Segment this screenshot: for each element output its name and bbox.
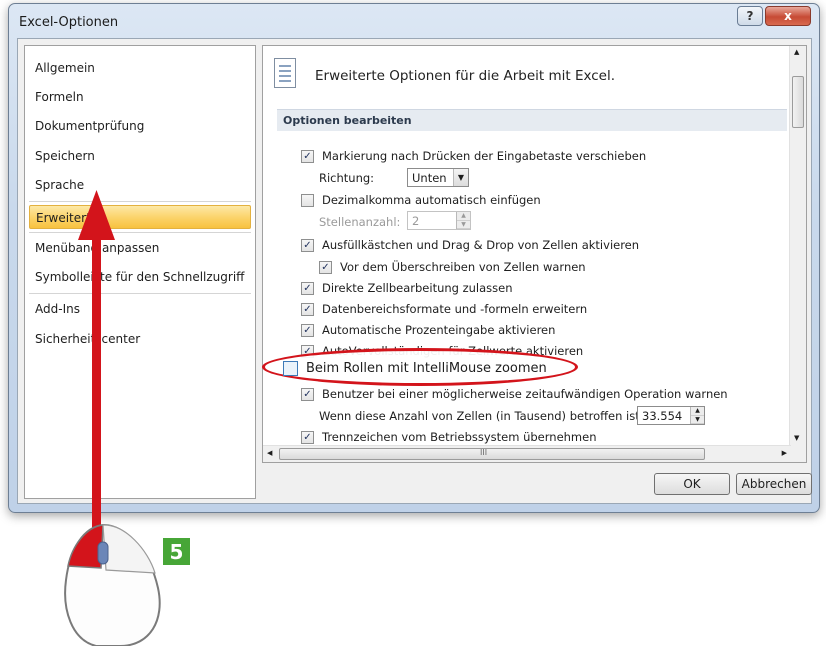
option-dezimalkomma[interactable]: Dezimalkomma automatisch einfügen bbox=[301, 192, 541, 208]
section-header: Optionen bearbeiten bbox=[277, 109, 787, 131]
zellenanzahl-text: Wenn diese Anzahl von Zellen (in Tausend… bbox=[319, 409, 644, 423]
checkbox-checked-icon[interactable]: ✓ bbox=[301, 302, 314, 316]
option-benutzer-warnen[interactable]: ✓ Benutzer bei einer möglicherweise zeit… bbox=[301, 386, 728, 402]
nav-item-symbolleiste[interactable]: Symbolleiste für den Schnellzugriff bbox=[29, 265, 251, 289]
nav-item-add-ins[interactable]: Add-Ins bbox=[29, 297, 251, 321]
nav-item-erweitert[interactable]: Erweitert bbox=[29, 205, 251, 229]
option-ausfuellkaestchen[interactable]: ✓ Ausfüllkästchen und Drag & Drop von Ze… bbox=[301, 237, 639, 253]
option-label: Direkte Zellbearbeitung zulassen bbox=[322, 281, 513, 295]
nav-separator bbox=[29, 293, 251, 294]
checkbox-checked-icon[interactable]: ✓ bbox=[301, 238, 314, 252]
richtung-select[interactable]: Unten ▼ bbox=[407, 168, 469, 187]
checkbox-checked-icon[interactable]: ✓ bbox=[301, 281, 314, 295]
richtung-value: Unten bbox=[412, 170, 447, 185]
vertical-scroll-thumb[interactable] bbox=[792, 76, 804, 128]
stellenanzahl-text: Stellenanzahl: bbox=[319, 215, 401, 229]
scroll-grip: III bbox=[480, 448, 488, 457]
option-label: Vor dem Überschreiben von Zellen warnen bbox=[340, 260, 586, 274]
option-label: Markierung nach Drücken der Eingabetaste… bbox=[322, 149, 647, 163]
option-label: Datenbereichsformate und -formeln erweit… bbox=[322, 302, 588, 316]
nav-item-dokumentpruefung[interactable]: Dokumentprüfung bbox=[29, 114, 251, 138]
horizontal-scrollbar[interactable]: ◀ III ▶ bbox=[263, 445, 791, 462]
option-prozenteingabe[interactable]: ✓ Automatische Prozenteingabe aktivieren bbox=[301, 322, 555, 338]
nav-separator bbox=[29, 201, 251, 202]
mouse-icon bbox=[64, 523, 161, 646]
nav-item-speichern[interactable]: Speichern bbox=[29, 144, 251, 168]
ok-button[interactable]: OK bbox=[654, 473, 730, 495]
option-direkte-zellbearbeitung[interactable]: ✓ Direkte Zellbearbeitung zulassen bbox=[301, 280, 513, 296]
scroll-up-icon[interactable]: ▲ bbox=[794, 48, 799, 56]
checkbox-unchecked-icon[interactable] bbox=[283, 360, 298, 376]
chevron-down-icon[interactable]: ▼ bbox=[453, 169, 468, 186]
horizontal-scroll-thumb[interactable]: III bbox=[279, 448, 705, 460]
richtung-text: Richtung: bbox=[319, 171, 375, 185]
step-number-badge: 5 bbox=[163, 538, 190, 565]
checkbox-checked-icon[interactable]: ✓ bbox=[301, 430, 314, 444]
nav-item-allgemein[interactable]: Allgemein bbox=[29, 56, 251, 80]
option-label: Ausfüllkästchen und Drag & Drop von Zell… bbox=[322, 238, 640, 252]
stellenanzahl-spinner[interactable]: 2 ▲ ▼ bbox=[407, 211, 471, 230]
option-trennzeichen[interactable]: ✓ Trennzeichen vom Betriebssystem überne… bbox=[301, 429, 597, 445]
page-options-icon bbox=[274, 58, 296, 88]
spinner-arrows-icon[interactable]: ▲ ▼ bbox=[690, 407, 704, 424]
vertical-scrollbar[interactable]: ▲ ▼ bbox=[789, 46, 806, 462]
help-button[interactable]: ? bbox=[737, 6, 763, 26]
spinner-arrows-icon[interactable]: ▲ ▼ bbox=[456, 212, 470, 229]
stellenanzahl-label: Stellenanzahl: bbox=[319, 214, 400, 230]
nav-item-sicherheitscenter[interactable]: Sicherheitscenter bbox=[29, 327, 251, 351]
checkbox-checked-icon[interactable]: ✓ bbox=[301, 323, 314, 337]
checkbox-checked-icon[interactable]: ✓ bbox=[301, 149, 314, 163]
panel-heading: Erweiterte Optionen für die Arbeit mit E… bbox=[315, 68, 616, 84]
zellenanzahl-value: 33.554 bbox=[642, 408, 683, 423]
category-nav: Allgemein Formeln Dokumentprüfung Speich… bbox=[24, 45, 256, 499]
option-intellimouse-zoomen[interactable]: Beim Rollen mit IntelliMouse zoomen bbox=[283, 359, 547, 377]
nav-item-sprache[interactable]: Sprache bbox=[29, 173, 251, 197]
checkbox-unchecked-icon[interactable] bbox=[301, 193, 314, 207]
scroll-down-icon[interactable]: ▼ bbox=[794, 434, 799, 442]
dialog-body: Allgemein Formeln Dokumentprüfung Speich… bbox=[17, 38, 812, 504]
checkbox-checked-icon[interactable]: ✓ bbox=[319, 260, 332, 274]
option-datenbereichsformate[interactable]: ✓ Datenbereichsformate und -formeln erwe… bbox=[301, 301, 587, 317]
dialog-title: Excel-Optionen bbox=[19, 15, 119, 30]
option-markierung[interactable]: ✓ Markierung nach Drücken der Eingabetas… bbox=[301, 148, 646, 164]
option-label: Benutzer bei einer möglicherweise zeitau… bbox=[322, 387, 728, 401]
stellenanzahl-value: 2 bbox=[412, 213, 420, 228]
option-ueberschreiben-warnen[interactable]: ✓ Vor dem Überschreiben von Zellen warne… bbox=[319, 259, 586, 275]
scroll-right-icon[interactable]: ▶ bbox=[782, 449, 787, 457]
option-label: Beim Rollen mit IntelliMouse zoomen bbox=[306, 360, 547, 376]
cancel-button[interactable]: Abbrechen bbox=[736, 473, 812, 495]
checkbox-checked-icon[interactable]: ✓ bbox=[301, 387, 314, 401]
zellenanzahl-label: Wenn diese Anzahl von Zellen (in Tausend… bbox=[319, 408, 644, 424]
zellenanzahl-spinner[interactable]: 33.554 ▲ ▼ bbox=[637, 406, 705, 425]
richtung-label: Richtung: bbox=[319, 170, 374, 186]
option-label: Trennzeichen vom Betriebssystem übernehm… bbox=[322, 430, 597, 444]
scroll-left-icon[interactable]: ◀ bbox=[267, 449, 272, 457]
nav-item-menueband-anpassen[interactable]: Menüband anpassen bbox=[29, 236, 251, 260]
option-label: Automatische Prozenteingabe aktivieren bbox=[322, 323, 556, 337]
nav-separator bbox=[29, 232, 251, 233]
option-label: Dezimalkomma automatisch einfügen bbox=[322, 193, 541, 207]
options-panel: Erweiterte Optionen für die Arbeit mit E… bbox=[262, 45, 807, 463]
nav-item-formeln[interactable]: Formeln bbox=[29, 85, 251, 109]
close-button[interactable]: x bbox=[765, 6, 811, 26]
excel-options-dialog: Excel-Optionen ? x Allgemein Formeln Dok… bbox=[8, 3, 820, 513]
